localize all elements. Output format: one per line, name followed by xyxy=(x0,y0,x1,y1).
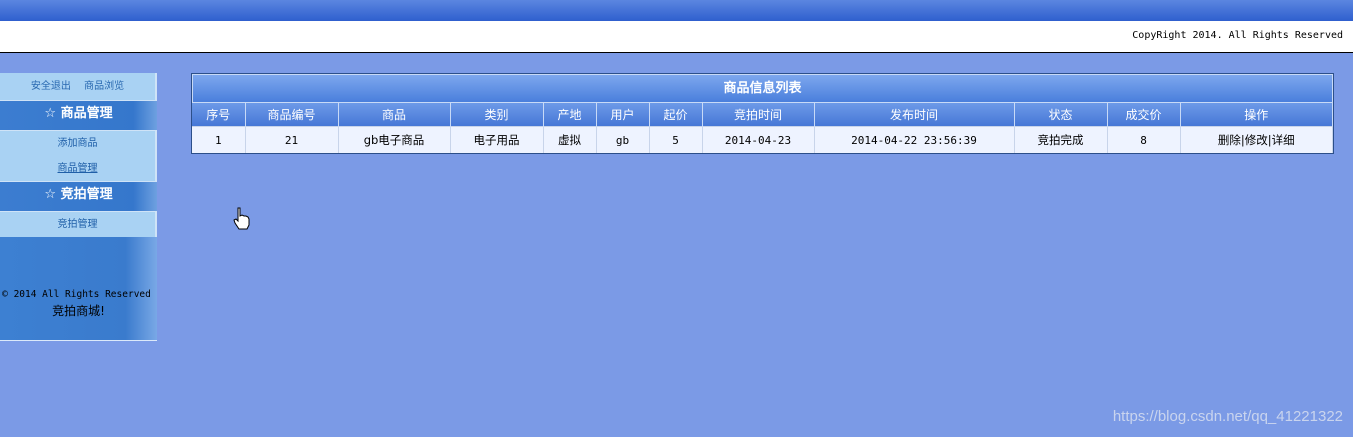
col-header-publish-time: 发布时间 xyxy=(814,103,1015,127)
cell-status: 竞拍完成 xyxy=(1014,126,1108,153)
table-header-row: 序号 商品编号 商品 类别 产地 用户 起价 竞拍时间 发布时间 状态 成交价 … xyxy=(192,103,1333,127)
cell-publish-time: 2014-04-22 23:56:39 xyxy=(814,126,1015,153)
section-goods-management[interactable]: ☆ 商品管理 xyxy=(0,100,157,131)
top-bar xyxy=(0,0,1353,21)
sidebar-item-goods-management[interactable]: 商品管理 xyxy=(0,156,157,181)
footer-copyright: © 2014 All Rights Reserved xyxy=(2,289,151,300)
edit-link[interactable]: 修改 xyxy=(1245,133,1268,147)
col-header-deal-price: 成交价 xyxy=(1107,103,1181,127)
section-title: 商品管理 xyxy=(60,106,113,121)
detail-link[interactable]: 详细 xyxy=(1272,133,1295,147)
sidebar-item-auction-management[interactable]: 竞拍管理 xyxy=(0,212,157,237)
goods-table: 序号 商品编号 商品 类别 产地 用户 起价 竞拍时间 发布时间 状态 成交价 … xyxy=(192,103,1333,153)
logout-link[interactable]: 安全退出 xyxy=(31,81,71,92)
col-header-auction-time: 竞拍时间 xyxy=(702,103,815,127)
col-header-start-price: 起价 xyxy=(649,103,703,127)
cell-deal-price: 8 xyxy=(1107,126,1181,153)
hand-cursor-icon xyxy=(233,207,250,230)
browse-goods-link[interactable]: 商品浏览 xyxy=(84,81,124,92)
watermark: https://blog.csdn.net/qq_41221322 xyxy=(1112,408,1343,425)
sidebar-top-links: 安全退出 商品浏览 xyxy=(0,73,157,100)
table-row: 1 21 gb电子商品 电子用品 虚拟 gb 5 2014-04-23 2014… xyxy=(192,126,1333,153)
goods-table-panel: 商品信息列表 序号 商品编号 商品 类别 产地 用户 起价 竞拍时间 发布时间 … xyxy=(191,73,1334,154)
cell-code: 21 xyxy=(245,126,339,153)
cell-actions: 删除|修改|详细 xyxy=(1180,126,1333,153)
sidebar-footer: © 2014 All Rights Reserved 竞拍商城! xyxy=(0,237,157,341)
star-icon: ☆ xyxy=(44,187,57,202)
cell-index: 1 xyxy=(192,126,246,153)
section-title: 竞拍管理 xyxy=(60,187,113,202)
col-header-code: 商品编号 xyxy=(245,103,339,127)
col-header-index: 序号 xyxy=(192,103,246,127)
col-header-status: 状态 xyxy=(1014,103,1108,127)
col-header-goods: 商品 xyxy=(338,103,451,127)
cell-user: gb xyxy=(596,126,650,153)
col-header-user: 用户 xyxy=(596,103,650,127)
col-header-category: 类别 xyxy=(450,103,544,127)
star-icon: ☆ xyxy=(44,106,57,121)
cell-start-price: 5 xyxy=(649,126,703,153)
cell-category: 电子用品 xyxy=(450,126,544,153)
cell-auction-time: 2014-04-23 xyxy=(702,126,815,153)
footer-site-name: 竞拍商城! xyxy=(52,304,105,318)
sidebar: 安全退出 商品浏览 ☆ 商品管理 添加商品 商品管理 ☆ 竞拍管理 竞拍管理 ©… xyxy=(0,73,157,341)
header: CopyRight 2014. All Rights Reserved xyxy=(0,21,1353,53)
cell-origin: 虚拟 xyxy=(543,126,597,153)
header-copyright: CopyRight 2014. All Rights Reserved xyxy=(1132,30,1343,41)
table-title: 商品信息列表 xyxy=(192,74,1333,103)
section-auction-management[interactable]: ☆ 竞拍管理 xyxy=(0,181,157,212)
delete-link[interactable]: 删除 xyxy=(1218,133,1241,147)
col-header-origin: 产地 xyxy=(543,103,597,127)
cell-goods-name: gb电子商品 xyxy=(338,126,451,153)
col-header-actions: 操作 xyxy=(1180,103,1333,127)
sidebar-item-add-goods[interactable]: 添加商品 xyxy=(0,131,157,156)
